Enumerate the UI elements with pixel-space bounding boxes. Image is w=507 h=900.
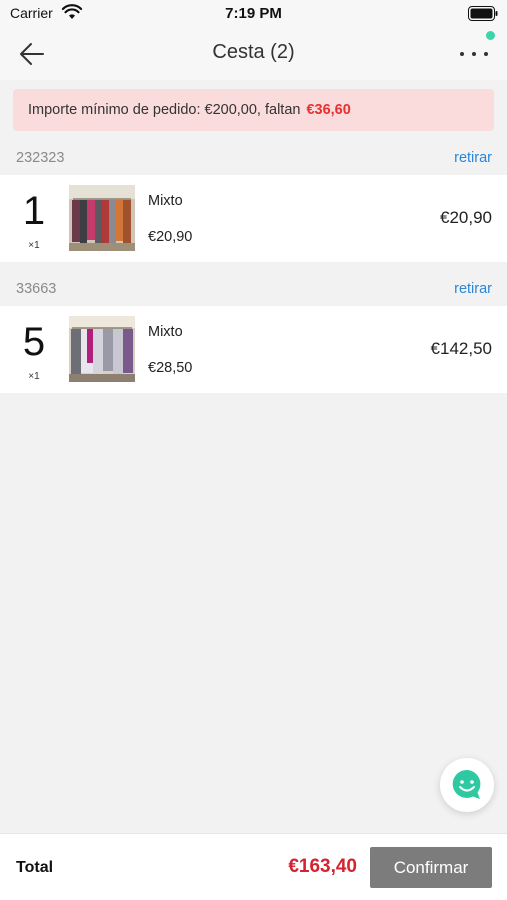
- chat-smile-icon: [452, 769, 481, 799]
- item-name: Mixto: [148, 193, 183, 209]
- minimum-order-banner: Importe mínimo de pedido: €200,00, falta…: [13, 89, 494, 131]
- banner-text: Importe mínimo de pedido: €200,00, falta…: [28, 102, 301, 118]
- item-total-price: €20,90: [440, 208, 492, 227]
- cart-item-row[interactable]: 1 ×1 Mixto €20,90 €20,90: [0, 175, 507, 262]
- battery-icon: [468, 6, 498, 21]
- more-horizontal-icon[interactable]: [457, 40, 491, 68]
- cart-item-row[interactable]: 5 ×1 Mixto €28,50 €142,50: [0, 306, 507, 393]
- confirm-button[interactable]: Confirmar: [370, 847, 492, 888]
- product-thumbnail[interactable]: [69, 185, 135, 251]
- item-unit-price: €20,90: [148, 229, 193, 245]
- item-multiplier: ×1: [28, 240, 40, 251]
- item-unit-price: €28,50: [148, 360, 193, 376]
- total-label: Total: [16, 859, 54, 876]
- remove-link[interactable]: retirar: [454, 281, 492, 297]
- total-amount: €163,40: [288, 856, 357, 877]
- item-multiplier: ×1: [28, 371, 40, 382]
- seller-id: 232323: [16, 150, 65, 166]
- item-quantity: 5: [22, 320, 46, 364]
- item-name: Mixto: [148, 324, 183, 340]
- seller-header: 232323 retirar: [0, 140, 507, 175]
- remove-link[interactable]: retirar: [454, 150, 492, 166]
- page-title: Cesta (2): [212, 41, 295, 63]
- item-quantity: 1: [22, 189, 46, 233]
- status-bar: Carrier 7:19 PM: [0, 0, 507, 28]
- product-thumbnail[interactable]: [69, 316, 135, 382]
- notification-dot: [486, 31, 495, 40]
- seller-id: 33663: [16, 281, 57, 297]
- clock: 7:19 PM: [225, 5, 282, 22]
- checkout-bar: Total €163,40 Confirmar: [0, 833, 507, 900]
- banner-missing-amount: €36,60: [306, 102, 351, 118]
- chat-button[interactable]: [440, 758, 494, 812]
- item-total-price: €142,50: [430, 339, 492, 358]
- seller-header: 33663 retirar: [0, 271, 507, 306]
- nav-bar: Cesta (2): [0, 28, 507, 80]
